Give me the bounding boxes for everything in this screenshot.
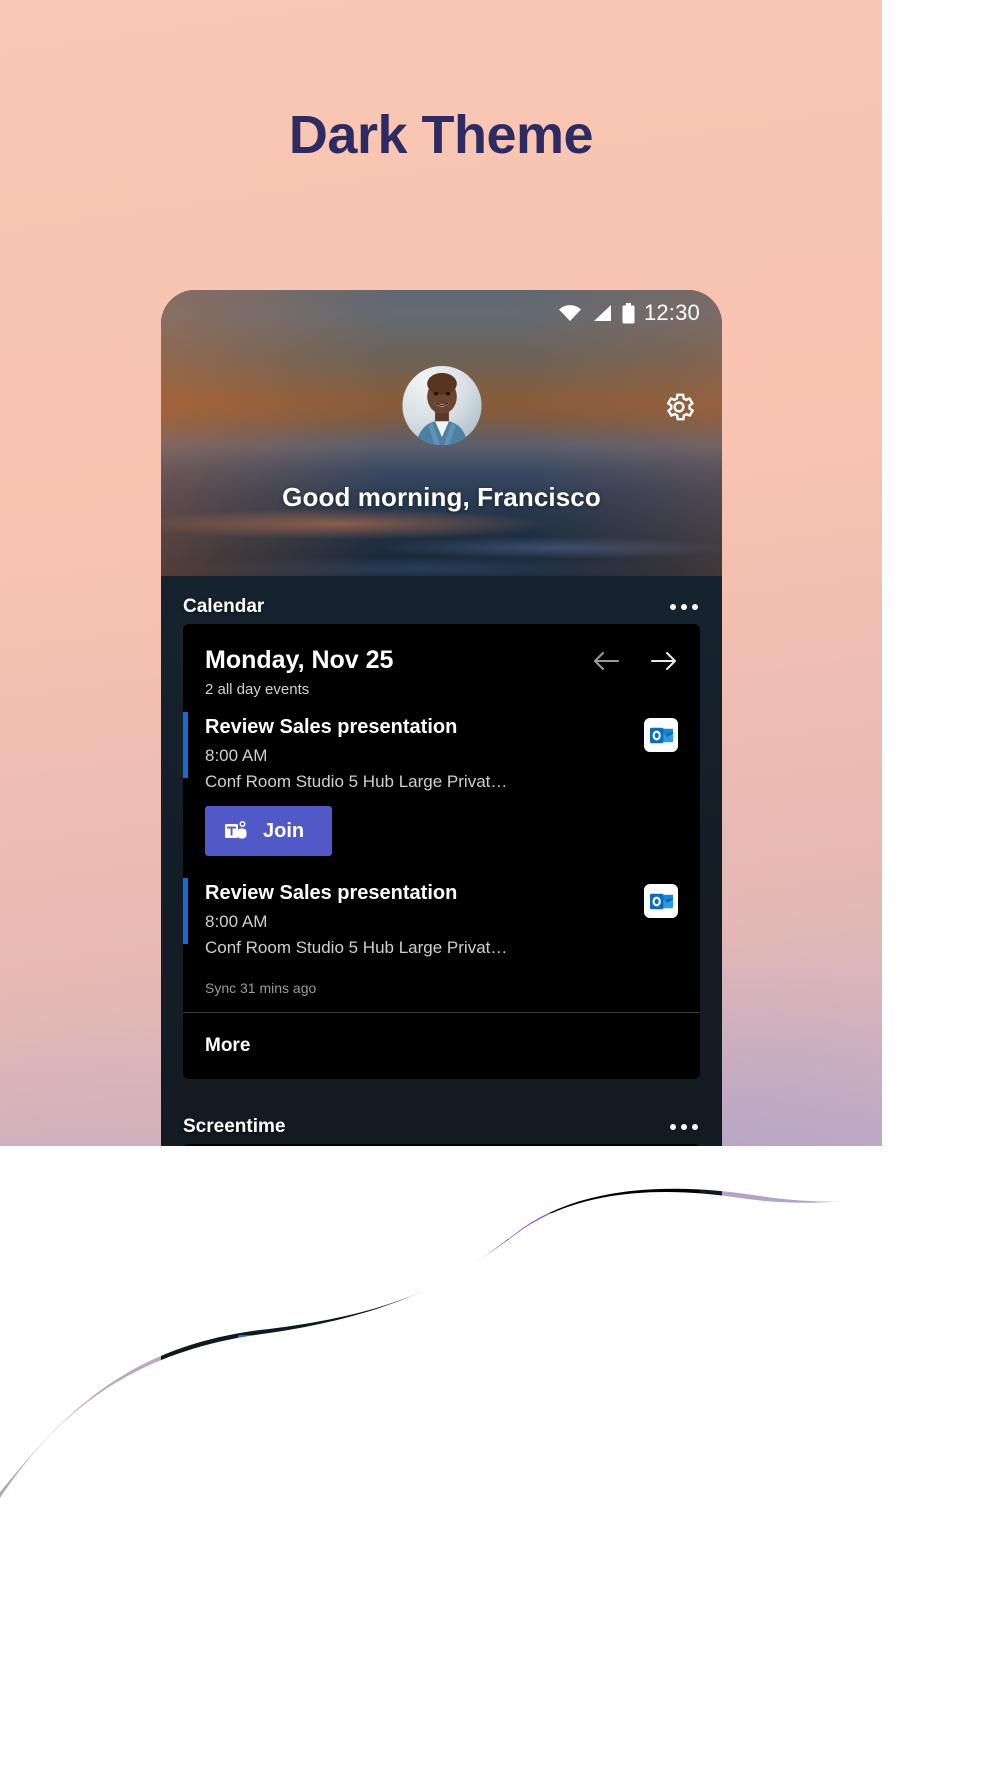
arrow-left-icon[interactable] — [592, 650, 620, 672]
usage-segment-other — [592, 1213, 678, 1239]
screentime-section-header: Screentime — [161, 1110, 722, 1144]
screentime-summary: 3hr 10 min 251 Unlocks — [183, 1144, 700, 1195]
status-bar-clock: 12:30 — [643, 300, 700, 325]
nav-tab-glance[interactable]: Glance — [199, 1334, 309, 1403]
poster-right-margin — [882, 0, 993, 1766]
outlook-icon-glyph — [649, 727, 673, 743]
legend-item: Instagram — [332, 1255, 436, 1275]
legend-swatch-instagram — [332, 1256, 350, 1274]
bottom-navigation-bar: Glance — [161, 1316, 722, 1434]
greeting-text: Good morning, Francisco — [282, 482, 601, 512]
usage-segment-facebook — [205, 1213, 475, 1239]
event-accent-stripe — [183, 712, 188, 778]
event-location: Conf Room Studio 5 Hub Large Privat… — [205, 938, 508, 957]
event-accent-stripe — [183, 878, 188, 944]
calendar-date: Monday, Nov 25 — [205, 646, 394, 674]
calendar-section: Calendar Monday, Nov 25 2 all day events — [161, 590, 722, 1079]
outlook-icon-glyph — [649, 893, 673, 909]
microsoft-teams-icon — [225, 821, 247, 839]
screentime-more-options-icon[interactable] — [668, 1116, 700, 1138]
screentime-usage-bar — [205, 1213, 678, 1239]
usage-segment-instagram — [474, 1213, 593, 1239]
fingerprint-icon — [541, 1167, 564, 1190]
event-title: Review Sales presentation — [205, 716, 458, 738]
calendar-more-button[interactable]: More — [183, 1013, 700, 1079]
screentime-legend: Facebook Instagram — [183, 1239, 700, 1297]
calendar-card: Monday, Nov 25 2 all day events Review S… — [183, 624, 700, 1079]
screentime-section-title: Screentime — [183, 1116, 286, 1137]
calendar-more-options-icon[interactable] — [668, 596, 700, 618]
glance-grid-icon — [238, 1335, 266, 1360]
screentime-total: 3hr 10 min — [205, 1164, 341, 1194]
unlocks-count: 251 Unlocks — [575, 1168, 680, 1190]
phone-mockup: 12:30 Good morning, Francisco Calendar M… — [161, 290, 722, 1434]
gear-icon — [666, 393, 695, 421]
cellular-signal-icon — [593, 305, 611, 321]
legend-label: Facebook — [232, 1255, 307, 1274]
event-location: Conf Room Studio 5 Hub Large Privat… — [205, 772, 508, 791]
calendar-subtitle: 2 all day events — [205, 681, 310, 698]
screentime-section: Screentime 3hr 10 min 251 Unlocks Facebo… — [161, 1110, 722, 1297]
avatar[interactable] — [402, 366, 481, 445]
user-avatar-image — [402, 366, 481, 445]
event-time: 8:00 AM — [205, 746, 268, 765]
calendar-section-title: Calendar — [183, 596, 265, 617]
join-meeting-button[interactable]: Join — [205, 806, 333, 856]
status-bar: 12:30 — [161, 290, 722, 336]
calendar-nav — [592, 646, 678, 672]
calendar-card-header: Monday, Nov 25 — [183, 624, 700, 675]
calendar-event[interactable]: Review Sales presentation 8:00 AM Conf R… — [183, 698, 700, 856]
calendar-event[interactable]: Review Sales presentation 8:00 AM Conf R… — [183, 856, 700, 958]
legend-swatch-facebook — [205, 1256, 222, 1274]
event-time: 8:00 AM — [205, 912, 268, 931]
event-title: Review Sales presentation — [205, 882, 458, 904]
battery-icon — [622, 302, 635, 323]
unlocks-stat: 251 Unlocks — [539, 1166, 680, 1194]
page-title: Dark Theme — [288, 105, 594, 165]
settings-button[interactable] — [662, 390, 696, 424]
legend-item: Facebook — [205, 1255, 307, 1275]
legend-label: Instagram — [359, 1255, 436, 1274]
nav-tab-label: Glance — [225, 1382, 283, 1402]
calendar-section-header: Calendar — [161, 590, 722, 624]
sync-status: Sync 31 mins ago — [205, 980, 317, 996]
outlook-icon — [644, 884, 678, 918]
screentime-card: 3hr 10 min 251 Unlocks Facebook Instagra… — [183, 1144, 700, 1297]
join-button-label: Join — [263, 819, 305, 842]
outlook-icon — [644, 718, 678, 752]
wifi-icon — [558, 305, 581, 321]
arrow-right-icon[interactable] — [650, 650, 678, 672]
